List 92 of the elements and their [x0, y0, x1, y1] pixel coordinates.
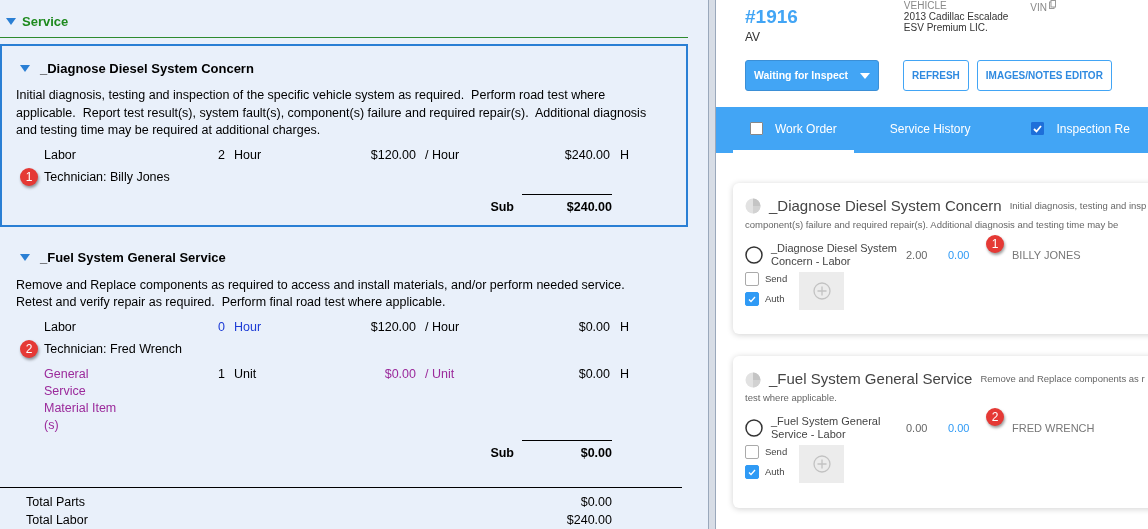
job-title: _Diagnose Diesel System Concern — [40, 59, 254, 78]
job-description: Remove and Replace components as required to access and install materials, and/or perform needed service. Retest and verify repair as required. Perform final road test where applicable. — [16, 276, 626, 311]
plus-icon — [812, 281, 831, 300]
checkbox[interactable] — [745, 465, 759, 480]
card-description: test where applicable. — [745, 390, 838, 405]
vin-label: VIN — [1030, 1, 1048, 15]
card-description: component(s) failure and required repair(s). Additional diagnosis and testing time may be — [745, 217, 1120, 232]
tab[interactable]: Inspection Re — [1014, 107, 1147, 153]
job-panel[interactable] — [0, 43, 688, 227]
number-badge: 1 — [986, 234, 1004, 253]
material-link[interactable]: General Service Material Item (s) — [44, 366, 184, 435]
tab[interactable]: Service History — [853, 107, 1015, 153]
checkbox-label: Send — [765, 445, 788, 459]
card-description: Remove and Replace components as r — [980, 372, 1145, 387]
vehicle-name: ESV Premium LIC. — [903, 22, 989, 33]
order-number: #1916 — [745, 6, 798, 28]
checkbox-label: Auth — [765, 292, 785, 306]
refresh-button[interactable]: REFRESH — [903, 60, 969, 91]
tax-code-label: H — [620, 146, 630, 164]
vehicle-label: VEHICLE — [903, 0, 948, 11]
customer-name: AV — [745, 29, 762, 46]
copy-icon[interactable] — [1049, 0, 1057, 9]
number-badge: 1 — [20, 167, 38, 186]
checkmark-icon — [748, 295, 756, 303]
technician-name: FRED WRENCH — [1012, 420, 1095, 436]
unit: Unit — [234, 366, 258, 384]
checkbox[interactable] — [750, 122, 763, 135]
rate-unit: / Hour — [425, 146, 461, 164]
checkmark-icon — [748, 468, 756, 476]
unit: Hour — [234, 318, 263, 336]
checkbox-label: Auth — [765, 465, 785, 480]
checkbox[interactable] — [745, 271, 759, 286]
quantity: 2 — [217, 146, 225, 164]
tax-code-label: H — [620, 318, 630, 336]
line-total: $0.00 — [577, 366, 610, 384]
job-description: Initial diagnosis, testing and inspection of the specific vehicle system as required. Perform road test where applicable. Report test result(s), system fault(s), component(s) failure and required repair(s). Additional diagnosis and testing time may be required at additional charges. — [16, 87, 648, 139]
collapse-arrow-icon[interactable] — [6, 18, 16, 26]
collapse-arrow-icon[interactable] — [20, 64, 30, 72]
tax-code-label: H — [620, 366, 630, 384]
editor-button[interactable]: IMAGES/NOTES EDITOR — [976, 60, 1112, 91]
price-link[interactable]: 0.00 — [948, 419, 986, 437]
card-title: _Fuel System General Service — [769, 369, 973, 390]
rate-unit: / Unit — [425, 366, 456, 384]
vehicle-name: 2013 Cadillac Escalade — [903, 11, 1009, 22]
status-dropdown[interactable]: Waiting for Inspect — [745, 60, 879, 91]
quantity: 0 — [217, 318, 225, 336]
total-value: $0.00 — [580, 494, 612, 511]
line-description: Labor — [44, 318, 77, 336]
splitter-bar[interactable] — [708, 0, 716, 529]
hours: 2.00 — [906, 247, 929, 263]
quantity: 1 — [217, 366, 225, 384]
unit: Hour — [234, 146, 263, 164]
checkbox-label: Send — [765, 271, 788, 286]
radio-button[interactable] — [745, 419, 763, 437]
plus-icon — [812, 455, 831, 473]
hours: 0.00 — [906, 420, 929, 436]
radio-button[interactable] — [745, 245, 763, 264]
technician-name: BILLY JONES — [1012, 247, 1081, 263]
item-name: _Diagnose Diesel System Concern - Labor — [771, 241, 898, 268]
checkbox[interactable] — [1031, 122, 1045, 135]
number-badge: 2 — [20, 339, 38, 358]
price: $0.00 — [383, 366, 416, 384]
price: $120.00 — [369, 146, 416, 164]
total-label: Total Labor — [26, 512, 88, 529]
price: $120.00 — [369, 318, 416, 336]
collapse-arrow-icon[interactable] — [20, 254, 30, 262]
subtotal-value: $240.00 — [522, 194, 612, 217]
rate-unit: / Hour — [425, 318, 461, 336]
line-total: $0.00 — [577, 318, 610, 336]
section-title[interactable]: Service — [22, 12, 69, 32]
checkbox[interactable] — [745, 292, 759, 307]
item-name: _Fuel System General Service - Labor — [771, 415, 882, 441]
technician-name: Technician: Fred Wrench — [44, 340, 183, 358]
total-value: $240.00 — [566, 512, 612, 529]
subtotal-label: Sub — [490, 445, 514, 463]
line-total: $240.00 — [563, 146, 610, 164]
card-description: Initial diagnosis, testing and insp — [1009, 199, 1147, 214]
tab[interactable]: Work Order — [733, 107, 854, 153]
line-description: Labor — [44, 146, 77, 164]
technician-name: Technician: Billy Jones — [44, 168, 170, 186]
subtotal-label: Sub — [490, 199, 514, 217]
caret-icon — [860, 72, 870, 79]
number-badge: 2 — [986, 408, 1004, 426]
pie-chart-icon — [745, 371, 761, 388]
checkmark-icon — [1033, 124, 1043, 133]
subtotal-value: $0.00 — [522, 440, 612, 463]
price-link[interactable]: 0.00 — [948, 246, 986, 263]
pie-chart-icon — [745, 198, 761, 215]
card-title: _Diagnose Diesel System Concern — [769, 196, 1002, 216]
checkbox[interactable] — [745, 445, 759, 460]
total-label: Total Parts — [26, 494, 86, 511]
job-title: _Fuel System General Service — [40, 249, 226, 267]
